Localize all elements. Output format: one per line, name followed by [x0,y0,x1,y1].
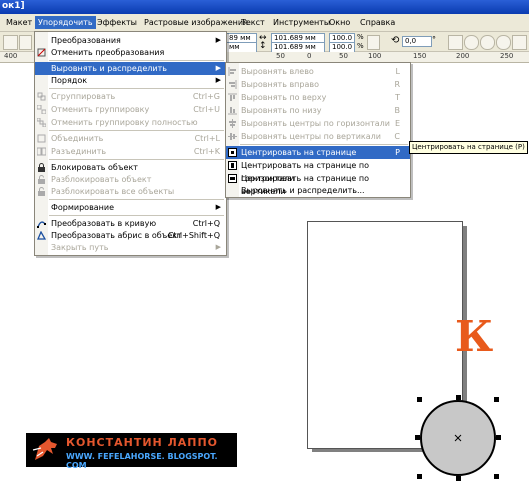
window-title: ок1] [2,1,25,11]
rotate-icon: ⟲ [391,35,400,46]
ungroup-icon [36,104,47,115]
menu-separator [49,88,224,89]
menu-separator [240,144,408,145]
menu-item-ungroup[interactable]: Отменить группировку Ctrl+U [35,103,226,116]
submenu-item-align-right[interactable]: Выровнять вправо R [226,78,410,91]
scale-x-unit: % [357,33,364,41]
convert-curve-icon [37,219,46,228]
tooltip: Центрировать на странице (P) [409,141,528,154]
horse-logo-icon [32,438,57,460]
ruler-label: 150 [413,52,427,60]
submenu-item-center-page-h[interactable]: Центрировать на странице по горизонтали [226,159,410,183]
menu-effects[interactable]: Эффекты [94,16,140,29]
menu-item-order[interactable]: Порядок ▶ [35,74,226,87]
menu-item-combine[interactable]: Объединить Ctrl+L [35,132,226,145]
menu-item-break-apart[interactable]: Разъединить Ctrl+K [35,145,226,158]
submenu-arrow-icon: ▶ [215,76,221,84]
mirror-h-icon[interactable] [448,35,463,50]
lock-ratio-icon[interactable] [367,35,380,50]
rotation-unit: ° [432,35,436,44]
unlock-icon [37,175,46,184]
center-page-h-icon [228,161,237,170]
align-left-icon [228,67,237,76]
dropdown-arrow-icon[interactable] [19,35,32,50]
menu-item-unlock-all[interactable]: Разблокировать все объекты [35,185,226,198]
menu-help[interactable]: Справка [357,16,398,29]
ruler-label: 50 [276,52,285,60]
menu-separator [49,199,224,200]
align-center-v-icon [228,132,237,141]
center-page-v-icon [228,174,237,183]
selected-circle[interactable] [412,392,504,484]
submenu-item-align-left[interactable]: Выровнять влево L [226,65,410,78]
logo-url-text: WWW. FEFELAHORSE. BLOGSPOT. COM [66,452,218,470]
height-icon: ↕ [259,41,267,51]
menu-layout[interactable]: Макет [3,16,35,29]
align-bottom-icon [228,106,237,115]
rotation-field[interactable]: 0,0 [402,36,432,47]
align-top-icon [228,93,237,102]
menu-tools[interactable]: Инструменты [270,16,333,29]
ruler-label: 0 [307,52,312,60]
menu-item-close-path[interactable]: Закрыть путь ▶ [35,241,226,254]
menu-bitmaps[interactable]: Растровые изображения [141,16,251,29]
lock-icon [37,163,46,172]
ruler-label: 100 [368,52,382,60]
submenu-arrow-icon: ▶ [215,243,221,251]
ruler-label: 400 [4,52,18,60]
logo-name-text: КОНСТАНТИН ЛАППО [66,436,219,449]
break-apart-icon [36,147,47,156]
ruler-label: 50 [339,52,348,60]
direction-icon[interactable] [512,35,527,50]
submenu-item-center-page[interactable]: Центрировать на странице P [226,146,410,159]
title-bar: ок1] [0,0,529,14]
author-logo: КОНСТАНТИН ЛАППО WWW. FEFELAHORSE. BLOGS… [26,433,237,470]
menu-separator [49,60,224,61]
menu-separator [49,130,224,131]
center-page-icon [228,148,237,157]
align-center-h-icon [228,119,237,128]
arc-icon[interactable] [496,35,511,50]
ellipse-icon[interactable] [464,35,479,50]
menu-separator [49,159,224,160]
menu-window[interactable]: Окно [326,16,353,29]
scale-y-unit: % [357,42,364,50]
clear-transform-icon [37,48,46,57]
submenu-item-align-centers-h[interactable]: Выровнять центры по горизонтали E [226,117,410,130]
arrange-menu: Преобразования ▶ Отменить преобразования… [34,31,227,256]
object-origin-icon[interactable] [3,35,18,50]
submenu-item-align-centers-v[interactable]: Выровнять центры по вертикали C [226,130,410,143]
menu-text[interactable]: Текст [238,16,268,29]
submenu-item-align-distribute-dialog[interactable]: Выровнять и распределить... [226,184,410,197]
unlock-all-icon [37,187,46,196]
menu-item-group[interactable]: Сгруппировать Ctrl+G [35,90,226,103]
menu-item-shaping[interactable]: Формирование ▶ [35,201,226,214]
menu-item-ungroup-all[interactable]: Отменить группировку полностью [35,116,226,129]
menu-arrange[interactable]: Упорядочить [35,16,96,29]
outline-object-icon [37,230,47,240]
menu-separator [49,215,224,216]
combine-icon [37,134,46,143]
align-distribute-submenu: Выровнять влево L Выровнять вправо R Выр… [225,62,411,198]
submenu-item-align-bottom[interactable]: Выровнять по низу B [226,104,410,117]
letter-k-text[interactable]: К [455,316,493,358]
submenu-arrow-icon: ▶ [215,203,221,211]
align-right-icon [228,80,237,89]
ruler-label: 200 [456,52,470,60]
menu-item-clear-transformations[interactable]: Отменить преобразования [35,46,226,59]
submenu-item-align-top[interactable]: Выровнять по верху T [226,91,410,104]
menu-bar: Макет Упорядочить Эффекты Растровые изоб… [0,14,529,32]
ruler-label: 250 [500,52,514,60]
group-icon [37,92,46,101]
ungroup-all-icon [36,117,47,128]
pie-icon[interactable] [480,35,495,50]
